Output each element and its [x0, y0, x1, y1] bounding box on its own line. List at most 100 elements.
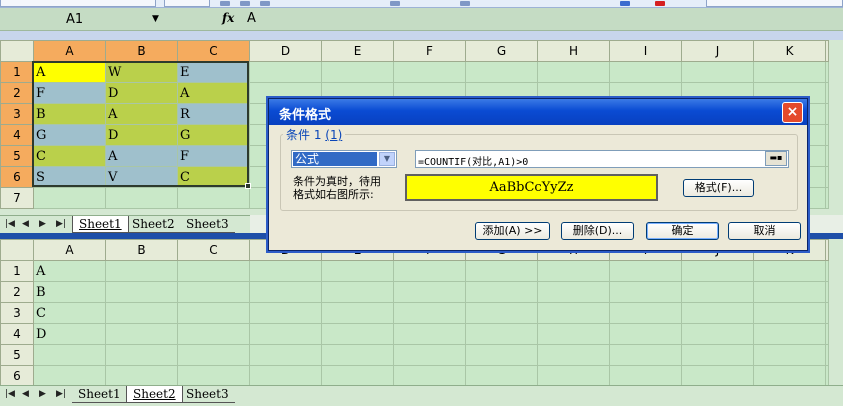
column-header-i[interactable]: I	[609, 40, 682, 62]
cell-i5[interactable]	[609, 344, 682, 366]
condition-formula-field[interactable]: =COUNTIF(对比,A1)>0	[415, 150, 789, 168]
cell-e1[interactable]	[321, 61, 394, 83]
cell-k5[interactable]	[753, 344, 826, 366]
cell-a5[interactable]: C	[33, 145, 106, 167]
cell-d2[interactable]	[249, 281, 322, 303]
cell-j5[interactable]	[681, 344, 754, 366]
close-icon[interactable]: ×	[782, 102, 803, 123]
cell-e4[interactable]	[321, 323, 394, 345]
column-header-g[interactable]: G	[465, 40, 538, 62]
cell-i6[interactable]	[609, 365, 682, 385]
chevron-down-icon[interactable]: ▼	[152, 14, 159, 24]
cell-x2[interactable]	[825, 281, 829, 303]
cell-c1[interactable]	[177, 260, 250, 282]
cell-c4[interactable]	[177, 323, 250, 345]
cell-b4[interactable]: D	[105, 124, 178, 146]
cell-grid-bottom[interactable]: ABCDEFGHIJK1A2B3C4D56	[0, 239, 829, 385]
cell-x1[interactable]	[825, 260, 829, 282]
cell-b6[interactable]: V	[105, 166, 178, 188]
cell-j1[interactable]	[681, 61, 754, 83]
cell-f4[interactable]	[393, 323, 466, 345]
add-button[interactable]: 添加(A) >>	[475, 222, 550, 240]
row-header-6[interactable]: 6	[0, 365, 34, 385]
cell-b2[interactable]	[105, 281, 178, 303]
cell-x3[interactable]	[825, 103, 829, 125]
cell-a4[interactable]: G	[33, 124, 106, 146]
first-sheet-icon[interactable]: |◀	[5, 389, 15, 399]
condition-type-select[interactable]: 公式 ▼	[291, 150, 397, 168]
column-header-c[interactable]: C	[177, 239, 250, 261]
tab-sheet1[interactable]: Sheet1	[72, 386, 127, 403]
cell-i4[interactable]	[609, 323, 682, 345]
cell-h1[interactable]	[537, 61, 610, 83]
cell-e3[interactable]	[321, 302, 394, 324]
row-header-4[interactable]: 4	[0, 124, 34, 146]
tab-sheet1[interactable]: Sheet1	[72, 216, 129, 233]
cell-x5[interactable]	[825, 145, 829, 167]
row-header-5[interactable]: 5	[0, 145, 34, 167]
cell-b1[interactable]	[105, 260, 178, 282]
cell-f5[interactable]	[393, 344, 466, 366]
name-box[interactable]: A1 ▼	[0, 10, 170, 30]
row-header-5[interactable]: 5	[0, 344, 34, 366]
cell-b3[interactable]	[105, 302, 178, 324]
row-header-1[interactable]: 1	[0, 260, 34, 282]
cell-a3[interactable]: C	[33, 302, 106, 324]
cell-x3[interactable]	[825, 302, 829, 324]
cell-a1[interactable]: A	[33, 61, 106, 83]
last-sheet-icon[interactable]: ▶|	[56, 219, 66, 229]
column-header-h[interactable]: H	[537, 40, 610, 62]
cell-e2[interactable]	[321, 281, 394, 303]
formula-input[interactable]: A	[247, 11, 256, 26]
cell-g5[interactable]	[465, 344, 538, 366]
chevron-down-icon[interactable]: ▼	[379, 152, 395, 166]
cell-e5[interactable]	[321, 344, 394, 366]
dialog-titlebar[interactable]: 条件格式 ×	[269, 99, 807, 125]
cell-b6[interactable]	[105, 365, 178, 385]
cell-f2[interactable]	[393, 281, 466, 303]
cell-a7[interactable]	[33, 187, 106, 209]
cell-h4[interactable]	[537, 323, 610, 345]
cell-a6[interactable]	[33, 365, 106, 385]
column-header-f[interactable]: F	[393, 40, 466, 62]
last-sheet-icon[interactable]: ▶|	[56, 389, 66, 399]
cell-h3[interactable]	[537, 302, 610, 324]
cell-x4[interactable]	[825, 323, 829, 345]
next-sheet-icon[interactable]: ▶	[39, 389, 46, 399]
cell-d4[interactable]	[249, 323, 322, 345]
column-header-a[interactable]: A	[33, 239, 106, 261]
cell-h2[interactable]	[537, 281, 610, 303]
cell-a5[interactable]	[33, 344, 106, 366]
first-sheet-icon[interactable]: |◀	[5, 219, 15, 229]
cell-a1[interactable]: A	[33, 260, 106, 282]
cell-a4[interactable]: D	[33, 323, 106, 345]
tab-sheet3[interactable]: Sheet3	[180, 386, 235, 403]
cell-j2[interactable]	[681, 281, 754, 303]
column-header-j[interactable]: J	[681, 40, 754, 62]
cell-g1[interactable]	[465, 260, 538, 282]
cell-f6[interactable]	[393, 365, 466, 385]
column-header-b[interactable]: B	[105, 239, 178, 261]
cell-a3[interactable]: B	[33, 103, 106, 125]
column-header-e[interactable]: E	[321, 40, 394, 62]
prev-sheet-icon[interactable]: ◀	[22, 389, 29, 399]
cell-x6[interactable]	[825, 166, 829, 188]
cell-b1[interactable]: W	[105, 61, 178, 83]
worksheet-bottom[interactable]: ABCDEFGHIJK1A2B3C4D56	[0, 239, 843, 385]
cell-a2[interactable]: B	[33, 281, 106, 303]
cancel-button[interactable]: 取消	[728, 222, 801, 240]
cell-f1[interactable]	[393, 260, 466, 282]
cell-g6[interactable]	[465, 365, 538, 385]
underline-icon[interactable]	[260, 1, 270, 6]
cell-d1[interactable]	[249, 61, 322, 83]
font-color-icon[interactable]	[655, 1, 665, 6]
fill-color-icon[interactable]	[620, 1, 630, 6]
cell-x2[interactable]	[825, 82, 829, 104]
cell-b5[interactable]	[105, 344, 178, 366]
select-all-corner[interactable]	[0, 239, 34, 261]
tab-sheet2[interactable]: Sheet2	[126, 216, 181, 233]
cell-e1[interactable]	[321, 260, 394, 282]
cell-k1[interactable]	[753, 260, 826, 282]
fx-icon[interactable]: fx	[222, 11, 234, 25]
cell-g2[interactable]	[465, 281, 538, 303]
